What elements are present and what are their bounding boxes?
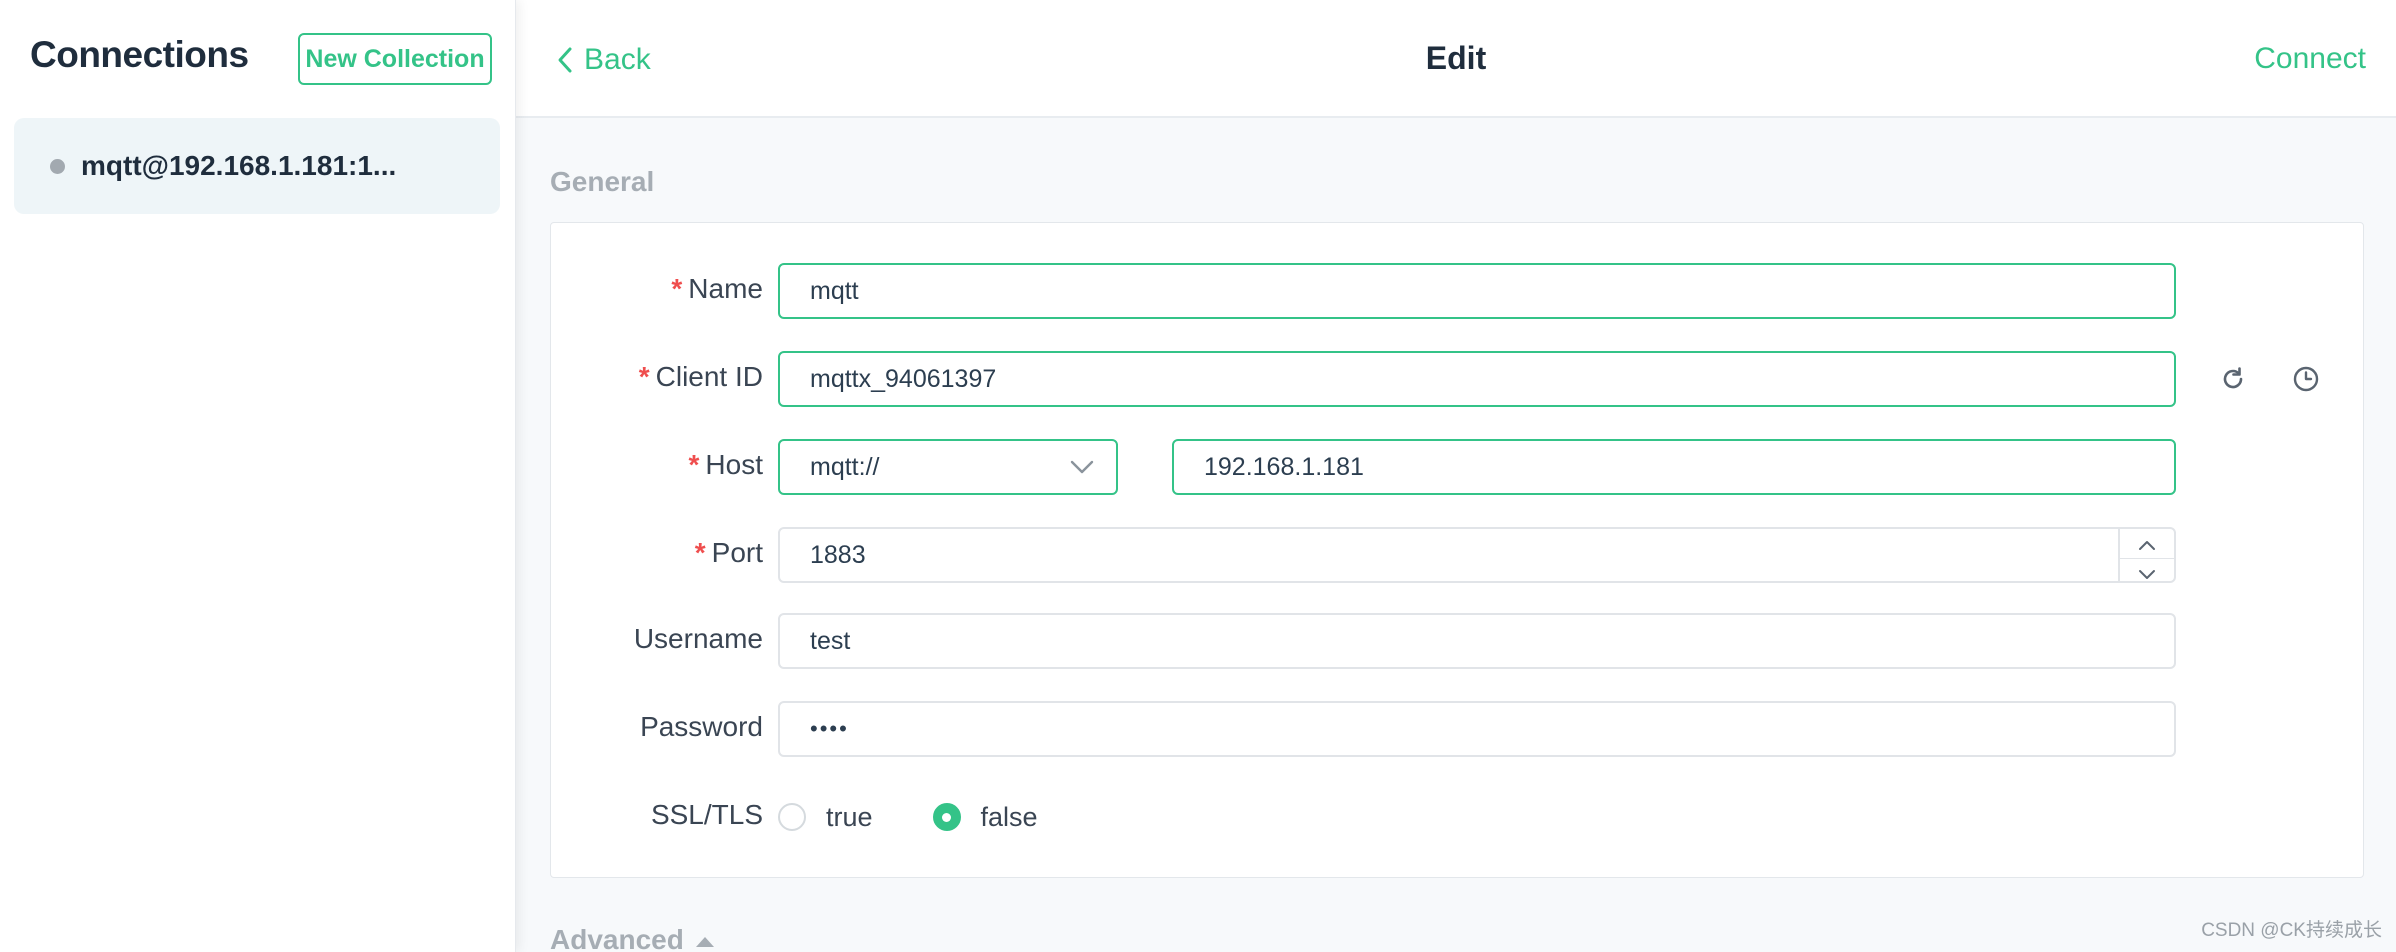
ssl-true-label: true (826, 801, 873, 832)
username-label: Username (633, 623, 763, 654)
port-row: * Port 1883 (551, 527, 2365, 583)
general-section-title: General (550, 166, 655, 197)
back-button[interactable]: Back (556, 40, 651, 80)
sidebar-header: Connections New Collection (0, 0, 516, 118)
client-id-label: * Client ID (639, 361, 763, 393)
chevron-down-icon (1070, 453, 1094, 482)
chevron-left-icon (556, 46, 574, 74)
advanced-section-toggle[interactable]: Advanced (550, 924, 716, 952)
name-input[interactable]: mqtt (778, 263, 2176, 319)
ssl-tls-row: SSL/TLS true false (551, 789, 2365, 845)
host-label-text: Host (705, 449, 763, 480)
protocol-value: mqtt:// (810, 452, 880, 481)
connect-button[interactable]: Connect (2254, 42, 2366, 76)
back-label: Back (584, 43, 651, 76)
host-value: 192.168.1.181 (1204, 452, 1364, 481)
password-label: Password (640, 711, 763, 742)
name-label-text: Name (688, 273, 763, 304)
host-row: * Host mqtt:// 192.168.1.181 (551, 439, 2365, 495)
connection-item[interactable]: mqtt@192.168.1.181:1... (14, 118, 500, 214)
required-marker: * (694, 537, 706, 568)
port-stepper-controls (2118, 529, 2174, 581)
increment-button[interactable] (2120, 529, 2174, 558)
caret-up-icon (694, 924, 716, 952)
name-row: * Name mqtt (551, 263, 2365, 319)
client-id-value: mqttx_94061397 (810, 364, 997, 393)
app-window: Connections New Collection mqtt@192.168.… (0, 0, 2396, 952)
radio-unchecked-icon (778, 803, 806, 831)
advanced-section-title: Advanced (550, 924, 684, 952)
required-marker: * (638, 361, 650, 392)
host-input[interactable]: 192.168.1.181 (1172, 439, 2176, 495)
sidebar-title: Connections (30, 34, 249, 75)
password-row: Password •••• (551, 701, 2365, 757)
client-id-label-text: Client ID (655, 361, 763, 392)
ssl-false-radio[interactable]: false (932, 801, 1038, 833)
ssl-true-radio[interactable]: true (778, 802, 873, 833)
main-panel: Back Edit Connect General * Name mqtt * Cl… (516, 0, 2396, 952)
name-value: mqtt (810, 276, 859, 305)
decrement-button[interactable] (2120, 558, 2174, 588)
page-title: Edit (1425, 40, 1487, 76)
username-row: Username test (551, 613, 2365, 669)
connection-label: mqtt@192.168.1.181:1... (81, 150, 397, 181)
ssl-tls-radio-group: true false (778, 797, 1098, 837)
chevron-down-icon (2138, 559, 2156, 588)
name-label: * Name (671, 273, 763, 305)
port-label: * Port (695, 537, 763, 569)
host-label: * Host (689, 449, 763, 481)
general-form-card: * Name mqtt * Client ID mqttx_94061397 *… (550, 222, 2364, 878)
required-marker: * (671, 273, 683, 304)
port-value: 1883 (810, 540, 866, 569)
username-value: test (810, 626, 851, 655)
clock-icon[interactable] (2290, 363, 2322, 395)
client-id-row: * Client ID mqttx_94061397 (551, 351, 2365, 407)
connection-status-dot (50, 158, 65, 174)
radio-checked-icon (932, 803, 961, 831)
top-bar: Back Edit Connect (516, 0, 2396, 118)
required-marker: * (688, 449, 700, 480)
client-id-input[interactable]: mqttx_94061397 (778, 351, 2176, 407)
port-label-text: Port (711, 537, 763, 568)
sidebar: Connections New Collection mqtt@192.168.… (0, 0, 516, 952)
refresh-icon[interactable] (2217, 363, 2249, 395)
chevron-up-icon (2138, 529, 2156, 558)
protocol-select[interactable]: mqtt:// (778, 439, 1118, 495)
ssl-tls-label: SSL/TLS (650, 799, 763, 830)
password-value: •••• (810, 716, 849, 741)
ssl-false-label: false (980, 801, 1038, 832)
port-stepper[interactable]: 1883 (778, 527, 2176, 583)
new-collection-button[interactable]: New Collection (298, 33, 492, 85)
password-input[interactable]: •••• (778, 701, 2176, 757)
username-input[interactable]: test (778, 613, 2176, 669)
watermark: CSDN @CK持续成长 (2201, 920, 2382, 941)
